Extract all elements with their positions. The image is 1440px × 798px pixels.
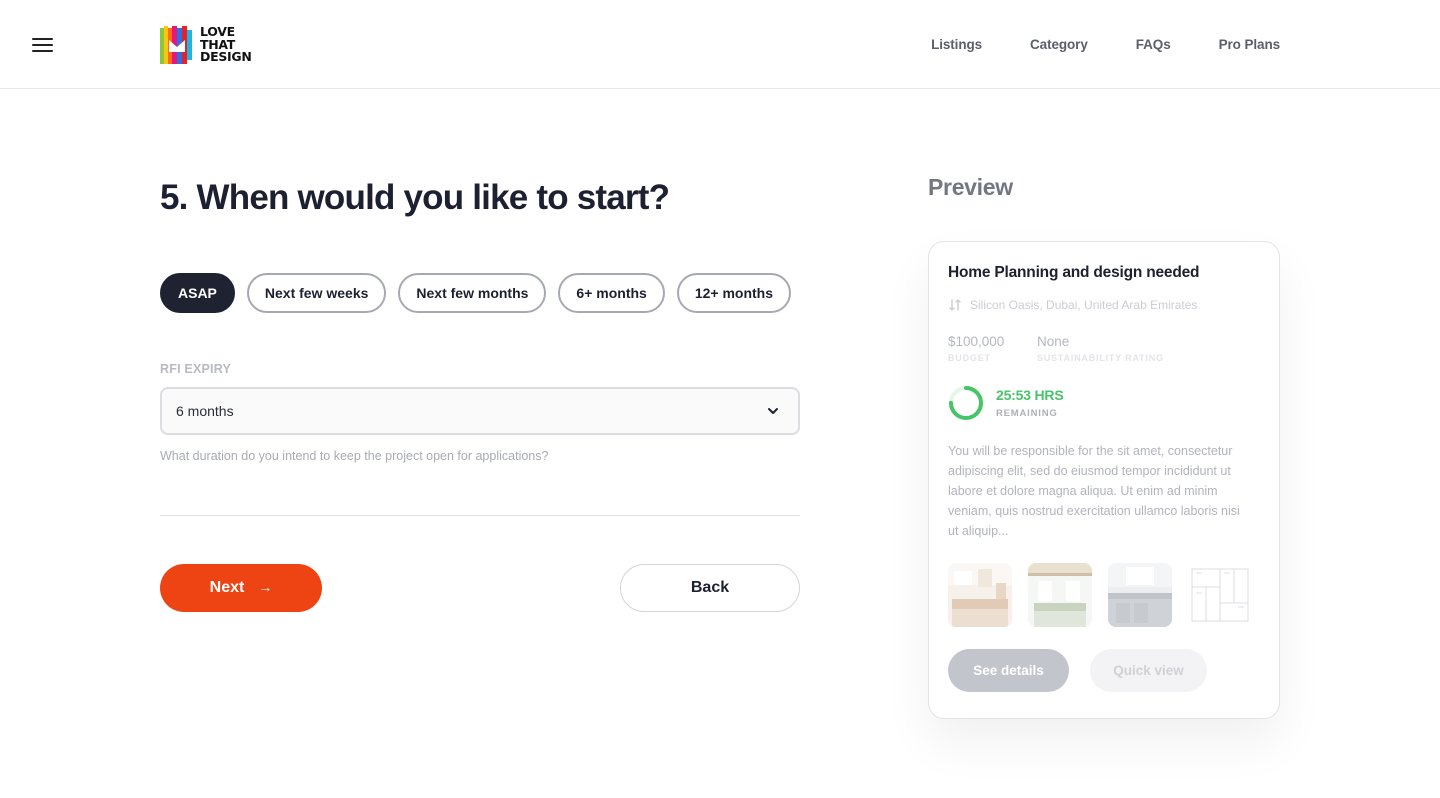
rfi-expiry-select[interactable]: 6 months (160, 387, 800, 435)
logo[interactable]: LOVE THAT DESIGN (160, 25, 252, 65)
arrow-right-icon: → (258, 579, 273, 595)
nav-link-faqs[interactable]: FAQs (1136, 37, 1171, 52)
listing-description: You will be responsible for the sit amet… (948, 444, 1240, 538)
step-question-title: 5. When would you like to start? (160, 178, 670, 217)
nav-link-pro-plans[interactable]: Pro Plans (1219, 37, 1280, 52)
logo-line: DESIGN (200, 49, 252, 65)
rfi-expiry-helper-text: What duration do you intend to keep the … (160, 449, 549, 463)
timer-value: 25:53 HRS (996, 387, 1064, 403)
listing-preview-card: Home Planning and design needed Silicon … (928, 241, 1280, 719)
option-6-plus-months-button[interactable]: 6+ months (558, 273, 665, 313)
listing-title: Home Planning and design needed (948, 264, 1200, 281)
listing-location: Silicon Oasis, Dubai, United Arab Emirat… (948, 298, 1197, 312)
remaining-timer: 25:53 HRS REMAINING (948, 385, 1064, 421)
location-swap-icon (949, 299, 961, 311)
budget-label: BUDGET (948, 353, 991, 363)
logo-mark-icon (160, 26, 192, 64)
sustainability-label: SUSTAINABILITY RATING (1037, 353, 1164, 363)
budget-stat: $100,000 BUDGET (948, 334, 1004, 363)
next-button-label: Next (209, 579, 245, 596)
form-divider (160, 515, 800, 516)
see-details-button[interactable]: See details (948, 649, 1069, 692)
quick-view-button[interactable]: Quick view (1090, 649, 1207, 692)
thumbnail-kitchen-grey[interactable] (1108, 563, 1172, 627)
sustainability-value: None (1037, 334, 1070, 349)
rfi-expiry-label: RFI EXPIRY (160, 362, 231, 376)
timer-progress-ring (949, 386, 983, 420)
back-button[interactable]: Back (620, 564, 800, 612)
top-navbar: LOVE THAT DESIGN Listings Category FAQs … (0, 0, 1440, 89)
option-next-few-weeks-button[interactable]: Next few weeks (246, 273, 387, 313)
nav-link-category[interactable]: Category (1030, 37, 1088, 52)
thumbnail-kitchen-warm[interactable] (948, 563, 1012, 627)
logo-wordmark: LOVE THAT DESIGN (200, 26, 252, 64)
listing-thumbnails (948, 563, 1252, 627)
next-button[interactable]: Next → (160, 564, 322, 612)
start-time-options: ASAP Next few weeks Next few months 6+ m… (160, 273, 792, 313)
hamburger-menu-icon[interactable] (32, 36, 53, 54)
budget-value: $100,000 (948, 334, 1005, 349)
main-nav: Listings Category FAQs Pro Plans (931, 37, 1280, 52)
thumbnail-floor-plan[interactable] (1188, 563, 1252, 627)
listing-location-text: Silicon Oasis, Dubai, United Arab Emirat… (970, 298, 1198, 312)
option-asap-button[interactable]: ASAP (160, 273, 235, 313)
sustainability-stat: None SUSTAINABILITY RATING (1037, 334, 1164, 363)
thumbnail-kitchen-green[interactable] (1028, 563, 1092, 627)
option-next-few-months-button[interactable]: Next few months (398, 273, 547, 313)
chevron-down-icon (768, 408, 778, 414)
option-12-plus-months-button[interactable]: 12+ months (676, 273, 792, 313)
nav-link-listings[interactable]: Listings (931, 37, 982, 52)
rfi-expiry-value: 6 months (176, 403, 234, 419)
preview-heading: Preview (928, 174, 1013, 200)
timer-label: REMAINING (996, 408, 1058, 419)
